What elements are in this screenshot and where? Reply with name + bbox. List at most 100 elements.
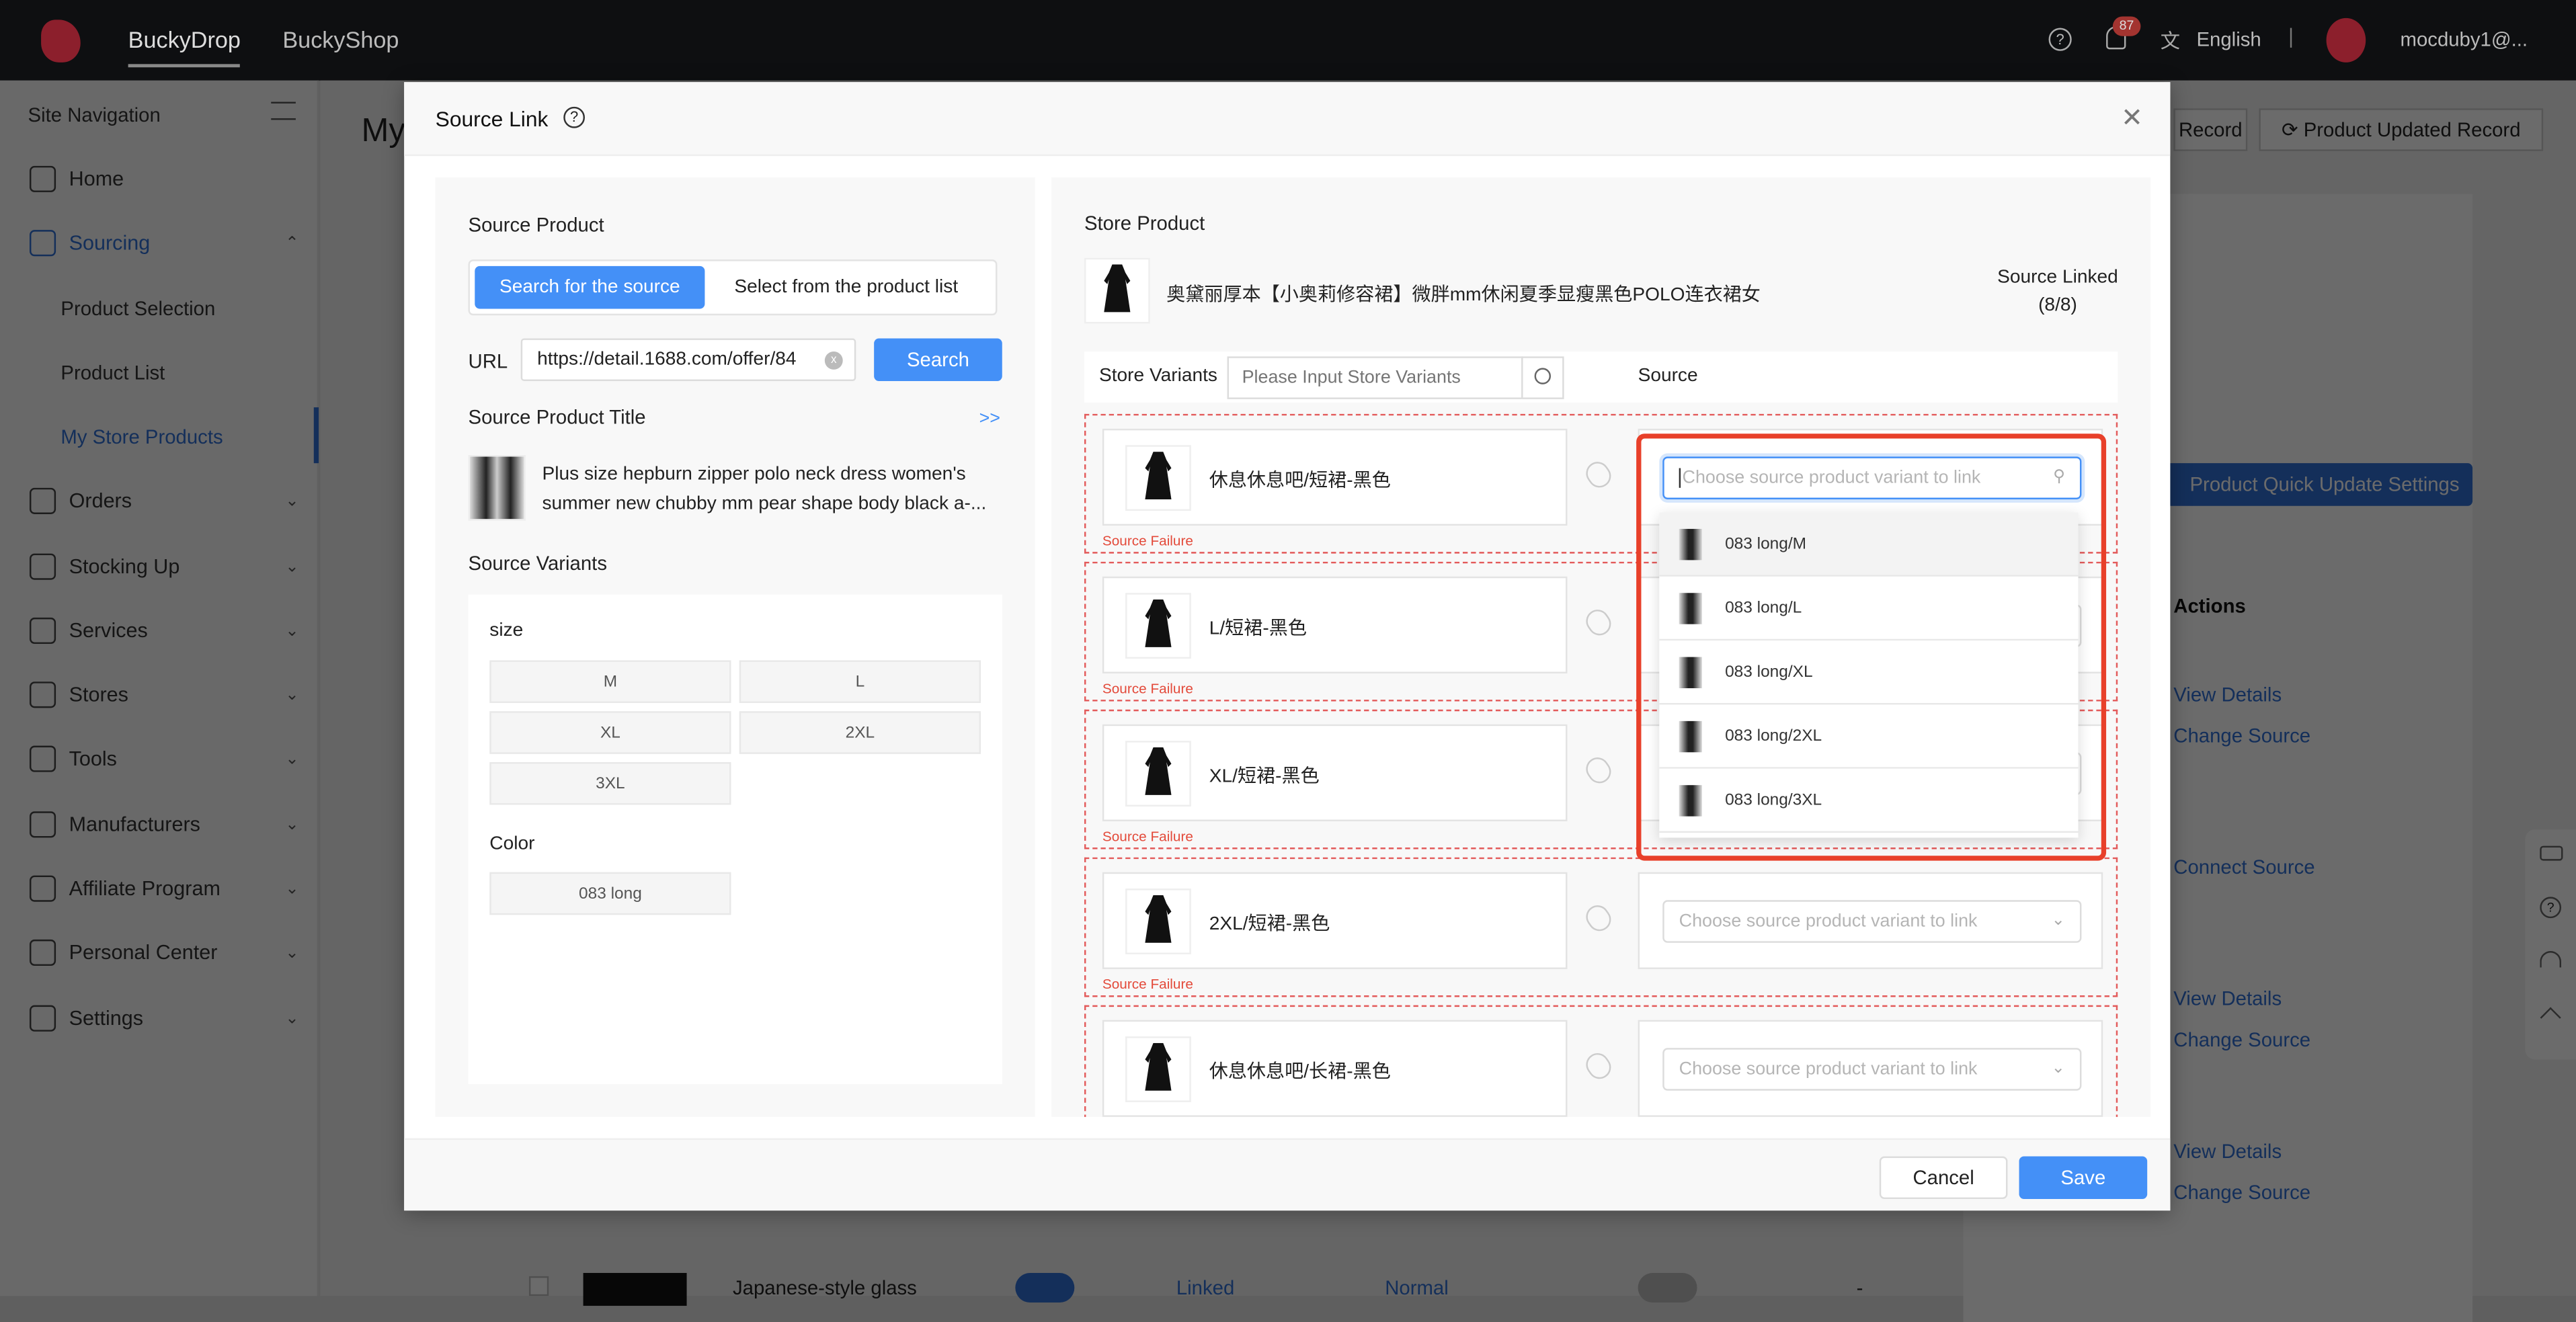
chevron-down-icon: ⌄ [285,944,299,962]
source-variant-select[interactable]: Choose source product variant to link ⌄ [1662,1048,2082,1091]
variant-row: 2XL/短裙-黑色 Source Failure Choose source pro… [1084,857,2118,997]
action-link-view-details[interactable]: View Details [2173,987,2282,1010]
variant-image [1125,741,1191,807]
sidebar-item-settings[interactable]: Settings ⌄ [29,1005,299,1032]
store-variant-card: L/短裙-黑色 [1102,576,1568,673]
source-failure-text: Source Failure [1102,827,1193,845]
tab-select-from-list[interactable]: Select from the product list [734,278,958,297]
clear-icon[interactable]: x [824,351,843,370]
source-product-title-label: Source Product Title [468,405,646,429]
chevron-down-icon: ⌄ [2051,911,2065,930]
color-option-083-long[interactable]: 083 long [489,872,731,915]
active-indicator [313,407,319,464]
store-variant-card: 2XL/短裙-黑色 [1102,872,1568,969]
link-toggle[interactable] [1015,1273,1075,1303]
product-updated-record-button[interactable]: ⟳ Product Updated Record [2259,108,2544,151]
size-option-3xl[interactable]: 3XL [489,761,731,805]
sidebar-subitem-my-store-products[interactable]: My Store Products [61,425,223,448]
size-option-m[interactable]: M [489,660,731,703]
link-icon [1581,1048,1616,1083]
close-icon[interactable]: ✕ [2121,102,2143,135]
variant-image [1125,593,1191,659]
sidebar-item-label: Home [69,167,124,191]
store-variants-search-input[interactable] [1227,356,1523,399]
link-icon [1581,605,1616,641]
chevron-down-icon: ⌄ [285,815,299,834]
url-label: URL [468,349,508,373]
orders-icon [29,487,56,514]
question-icon[interactable]: ? [2540,897,2562,919]
chevron-down-icon: ⌄ [285,749,299,768]
sidebar-subitem-product-selection[interactable]: Product Selection [61,297,215,320]
cancel-button[interactable]: Cancel [1879,1156,2008,1200]
dress-icon [1143,598,1173,653]
collapse-menu-icon[interactable] [271,101,296,120]
save-button[interactable]: Save [2019,1156,2148,1200]
help-icon[interactable]: ? [563,106,586,128]
size-option-l[interactable]: L [739,660,981,703]
row-checkbox[interactable] [528,1276,549,1296]
services-icon [29,617,56,645]
sidebar-item-sourcing[interactable]: Sourcing ⌃ [29,230,299,257]
status-toggle[interactable] [1638,1273,1697,1303]
url-value: https://detail.1688.com/offer/84 [537,349,797,370]
source-mode-segmented: Search for the source Select from the pr… [468,259,998,316]
sidebar-title: Site Navigation [28,103,161,127]
action-link-change-source[interactable]: Change Source [2173,1181,2310,1204]
dress-icon [1143,746,1173,801]
sidebar-item-label: Settings [69,1007,144,1030]
sidebar-item-services[interactable]: Services ⌄ [29,617,299,645]
product-image [583,1273,687,1306]
sidebar-item-stores[interactable]: Stores ⌄ [29,681,299,708]
sidebar-item-label: Stocking Up [69,555,180,579]
color-label: Color [489,834,535,854]
variant-image [1125,445,1191,511]
source-variants-label: Source Variants [468,552,608,575]
source-variants-box: size M L XL 2XL 3XL Color 083 long [468,594,1002,1084]
source-variant-select[interactable]: Choose source product variant to link ⌄ [1662,900,2082,943]
person-icon [29,939,56,966]
robot-icon[interactable] [2540,845,2563,861]
size-option-xl[interactable]: XL [489,711,731,754]
sidebar-item-home[interactable]: Home [29,165,299,192]
network-icon [29,811,56,838]
source-linked-label: Source Linked [1997,267,2118,288]
modal-title: Source Link [435,106,549,132]
search-icon [1534,368,1552,384]
chevron-down-icon: ⌄ [285,686,299,704]
dress-icon [1143,894,1173,949]
modal-footer: Cancel Save [404,1138,2171,1211]
bag-icon [29,230,56,257]
sidebar-item-manufacturers[interactable]: Manufacturers ⌄ [29,811,299,838]
sidebar-item-label: Sourcing [69,231,151,255]
url-input[interactable]: https://detail.1688.com/offer/84 x [520,338,856,381]
chevron-down-icon: ⌄ [2051,1059,2065,1078]
expand-link[interactable]: >> [979,409,1000,429]
sidebar-item-orders[interactable]: Orders ⌄ [29,487,299,514]
store-variant-name: XL/短裙-黑色 [1209,767,1320,787]
action-link-change-source[interactable]: Change Source [2173,1028,2310,1051]
source-product-panel: Source Product Search for the source Sel… [435,177,1035,1117]
headset-icon[interactable] [2540,951,2562,968]
source-linked-count: (8/8) [2038,295,2077,316]
search-button[interactable]: Search [874,338,1002,381]
action-link-view-details[interactable]: View Details [2173,1140,2282,1163]
sidebar-item-personal-center[interactable]: Personal Center ⌄ [29,939,299,966]
sidebar-item-tools[interactable]: Tools ⌄ [29,745,299,772]
tab-search-for-source[interactable]: Search for the source [475,265,705,309]
action-link-connect-source[interactable]: Connect Source [2173,856,2315,878]
action-link-change-source[interactable]: Change Source [2173,725,2310,747]
sidebar-item-affiliate-program[interactable]: Affiliate Program ⌄ [29,875,299,902]
record-button[interactable]: Record [2173,108,2248,151]
wrench-icon [29,745,56,772]
sidebar-item-stocking-up[interactable]: Stocking Up ⌄ [29,553,299,580]
action-link-view-details[interactable]: View Details [2173,684,2282,706]
store-variants-search-button[interactable] [1521,356,1564,399]
back-to-top-icon[interactable] [2540,1007,2561,1028]
store-variants-label: Store Variants [1098,366,1217,386]
source-link-modal: Source Link ? ✕ Source Product Search fo… [404,82,2171,1211]
sidebar-item-label: Personal Center [69,941,218,964]
size-option-2xl[interactable]: 2XL [739,711,981,754]
sidebar-subitem-product-list[interactable]: Product List [61,362,165,384]
source-product-heading: Source Product [468,213,604,237]
